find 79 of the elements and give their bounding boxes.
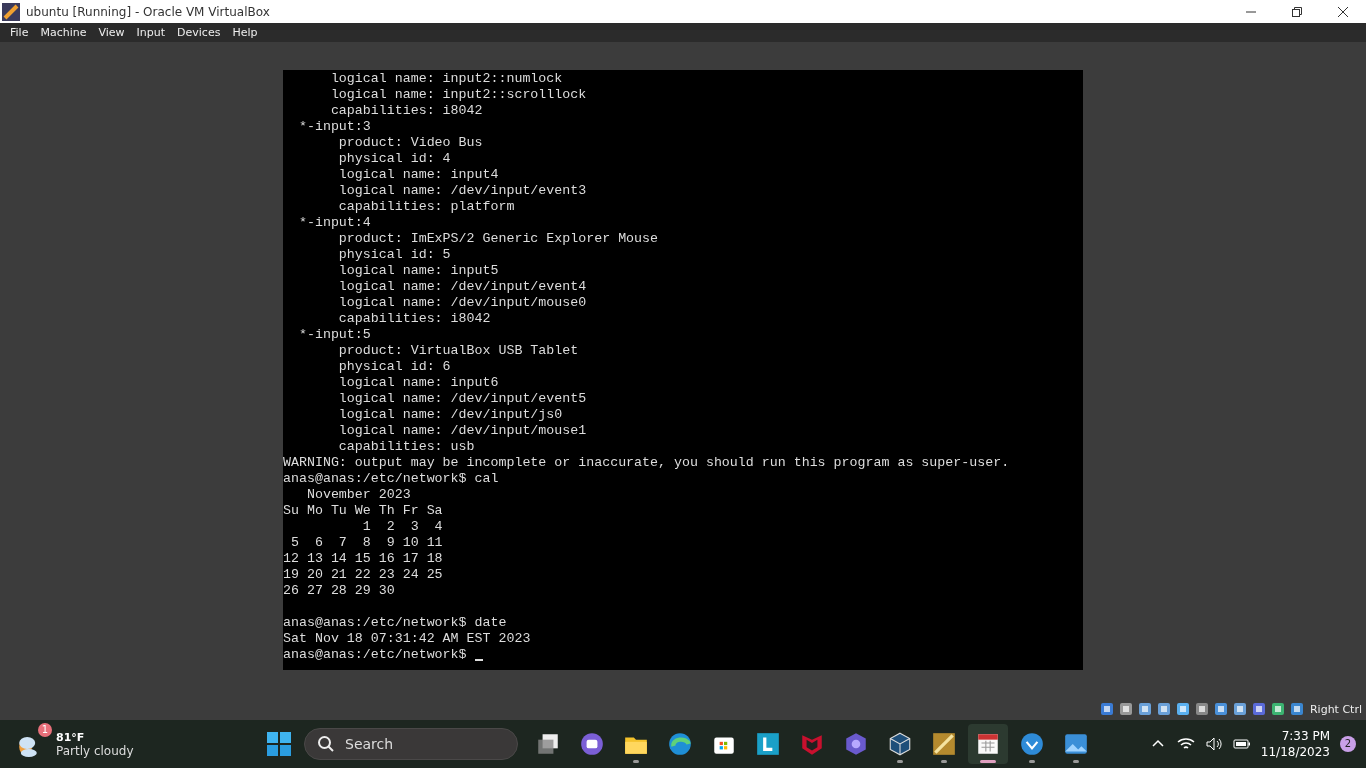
terminal-line: 19 20 21 22 23 24 25: [283, 567, 443, 583]
cpu-icon[interactable]: [1250, 701, 1267, 717]
host-key-label: Right Ctrl: [1309, 702, 1362, 716]
restore-icon: [1292, 6, 1302, 17]
terminal-line: November 2023: [305, 487, 411, 503]
search-icon: [317, 735, 335, 753]
browser-icon: [667, 731, 693, 757]
recording-icon[interactable]: [1231, 701, 1248, 717]
text-cursor: [474, 659, 483, 661]
terminal-line: 5 6 7 8 9 10 11: [289, 535, 443, 551]
temperature: 81°F: [56, 730, 86, 744]
search-field[interactable]: Search: [304, 728, 518, 760]
video-chat-icon: [579, 731, 605, 757]
terminal-line: capabilities: usb: [337, 439, 475, 455]
network-icon[interactable]: [1155, 701, 1172, 717]
terminal-line: *-input:5: [297, 327, 371, 343]
terminal-line: 26 27 28 29 30: [283, 583, 395, 599]
terminal-line: WARNING: output may be incomplete or inaccurate, you should run this program as super-user.: [283, 455, 1010, 471]
terminal-line: capabilities: i8042: [337, 311, 491, 327]
terminal-line: anas@anas:/etc/network$ date: [283, 615, 507, 631]
terminal-line: 12 13 14 15 16 17 18: [283, 551, 443, 567]
cube-icon: [887, 731, 913, 757]
mouse-integration-icon[interactable]: [1288, 701, 1305, 717]
terminal-line: 1 2 3 4: [361, 519, 443, 535]
terminal-line: logical name: /dev/input/js0: [337, 407, 563, 423]
shared-folder-icon[interactable]: [1193, 701, 1210, 717]
photos-icon: [1063, 731, 1089, 757]
search-input[interactable]: Search: [345, 736, 505, 752]
game-icon: [931, 731, 957, 757]
app-icon: [2, 2, 20, 21]
terminal-line: Sat Nov 18 07:31:42 AM EST 2023: [283, 631, 531, 647]
terminal-line: physical id: 6: [337, 359, 451, 375]
terminal-line: logical name: /dev/input/event4: [337, 279, 587, 295]
terminal-line: logical name: input5: [337, 263, 499, 279]
terminal-line: product: Video Bus: [337, 135, 483, 151]
circle-app-icon: [1019, 731, 1045, 757]
close-icon: [1338, 6, 1348, 17]
notification-badge[interactable]: 2: [1340, 736, 1356, 752]
terminal-line: anas@anas:/etc/network$: [283, 647, 468, 663]
terminal-line: product: VirtualBox USB Tablet: [337, 343, 579, 359]
task-view-icon: [535, 731, 561, 757]
speaker-icon[interactable]: [1204, 735, 1223, 753]
usb-icon[interactable]: [1174, 701, 1191, 717]
window-title: ubuntu [Running] - Oracle VM VirtualBox: [26, 4, 271, 19]
hexagon-icon: [843, 731, 869, 757]
audio-icon[interactable]: [1136, 701, 1153, 717]
menu-item[interactable]: File: [4, 26, 35, 39]
menu-item[interactable]: Input: [130, 26, 172, 39]
terminal-line: logical name: /dev/input/mouse1: [337, 423, 587, 439]
calendar-icon: [975, 731, 1001, 757]
letter-l-icon: [755, 731, 781, 757]
terminal-line: logical name: /dev/input/event3: [337, 183, 587, 199]
menu-item[interactable]: Devices: [171, 26, 227, 39]
terminal-line: capabilities: platform: [337, 199, 515, 215]
display-icon[interactable]: [1212, 701, 1229, 717]
status-icon[interactable]: [1269, 701, 1286, 717]
terminal-line: logical name: /dev/input/event5: [337, 391, 587, 407]
clock-time[interactable]: 7:33 PM: [1281, 728, 1330, 744]
start-button-icon[interactable]: [266, 731, 292, 757]
terminal-line: product: ImExPS/2 Generic Explorer Mouse: [337, 231, 659, 247]
menu-item[interactable]: Machine: [34, 26, 93, 39]
terminal-line: physical id: 5: [337, 247, 451, 263]
terminal-line: *-input:4: [297, 215, 371, 231]
clock-date[interactable]: 11/18/2023: [1260, 744, 1330, 760]
weather-badge: 1: [38, 723, 52, 737]
menu-item[interactable]: Help: [226, 26, 264, 39]
terminal-line: physical id: 4: [337, 151, 451, 167]
weather-condition: Partly cloudy: [56, 743, 134, 758]
terminal-line: logical name: /dev/input/mouse0: [337, 295, 587, 311]
terminal-line: Su Mo Tu We Th Fr Sa: [283, 503, 443, 519]
terminal-line: capabilities: i8042: [329, 103, 483, 119]
terminal-line: anas@anas:/etc/network$ cal: [283, 471, 499, 487]
terminal-line: logical name: input4: [337, 167, 499, 183]
terminal-line: logical name: input6: [337, 375, 499, 391]
terminal-line: logical name: input2::numlock: [329, 71, 563, 87]
terminal-line: logical name: input2::scrolllock: [329, 87, 587, 103]
terminal-line: *-input:3: [297, 119, 371, 135]
taskbar-app-button[interactable]: [968, 724, 1008, 764]
menu-item[interactable]: View: [92, 26, 131, 39]
